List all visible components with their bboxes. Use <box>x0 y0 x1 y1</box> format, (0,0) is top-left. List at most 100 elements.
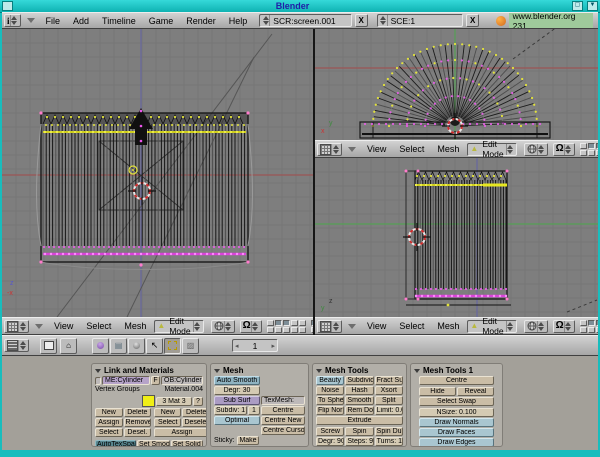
panel-header-mesh[interactable]: Mesh <box>214 366 305 375</box>
viewport-type-button[interactable] <box>317 320 342 333</box>
frame-next-icon[interactable]: ▸ <box>271 342 275 350</box>
panel-header-mesh-tools-1[interactable]: Mesh Tools 1 <box>414 366 499 375</box>
layer-cell[interactable] <box>299 320 306 326</box>
menu-game[interactable]: Game <box>144 16 179 26</box>
xsort-button[interactable]: Xsort <box>375 386 403 395</box>
viewport-side-canvas[interactable]: yz <box>315 158 598 317</box>
viewport-type-stepper[interactable] <box>331 321 339 332</box>
select-swap-button[interactable]: Select Swap <box>419 397 494 406</box>
layer-cell[interactable] <box>267 320 274 326</box>
menu-add[interactable]: Add <box>68 16 94 26</box>
auto-smooth-toggle[interactable]: Auto Smooth <box>214 376 260 385</box>
texmesh-field[interactable]: TexMesh: <box>261 396 305 405</box>
double-sided-toggle[interactable]: Double Side <box>285 446 305 447</box>
reveal-button[interactable]: Reveal <box>457 387 494 396</box>
screen-delete-button[interactable]: X <box>355 14 368 27</box>
window-menu-button[interactable] <box>2 1 13 11</box>
viewport-type-stepper[interactable] <box>18 321 26 332</box>
menu-mesh[interactable]: Mesh <box>432 321 464 331</box>
subdiv-field[interactable]: Subdiv: 1 <box>214 406 247 415</box>
scene-delete-button[interactable]: X <box>466 14 479 27</box>
layer-cell[interactable] <box>580 150 587 156</box>
draw-type-stepper[interactable] <box>537 144 545 155</box>
menu-timeline[interactable]: Timeline <box>97 16 141 26</box>
autotexspace-toggle[interactable]: AutoTexSpace <box>95 440 136 447</box>
menu-view[interactable]: View <box>362 321 391 331</box>
material-new-button[interactable]: New <box>154 408 181 417</box>
subdiv-render-field[interactable]: 1 <box>248 406 260 415</box>
home-button[interactable]: ⌂ <box>60 338 77 354</box>
viewport-type-button[interactable] <box>317 143 342 156</box>
subsurf-toggle[interactable]: Sub Surf <box>214 396 260 405</box>
layer-cell[interactable] <box>596 150 598 156</box>
menu-select[interactable]: Select <box>81 321 116 331</box>
draw-type-button[interactable] <box>524 143 548 156</box>
viewport-front[interactable]: z-x <box>2 29 313 317</box>
layer-cell[interactable] <box>588 150 595 156</box>
shading-context-button[interactable] <box>128 338 145 354</box>
mode-dropdown[interactable]: ▲ Edit Mode <box>154 320 203 333</box>
menu-help[interactable]: Help <box>224 16 253 26</box>
buttons-window-type-stepper[interactable] <box>18 340 26 351</box>
scene-stepper[interactable] <box>380 15 388 26</box>
optimal-toggle[interactable]: Optimal <box>214 416 260 425</box>
spin-button[interactable]: Spin <box>345 427 373 436</box>
menu-select[interactable]: Select <box>394 144 429 154</box>
vgroup-deselect-button[interactable]: Desel. <box>124 428 152 437</box>
layer-cell[interactable] <box>283 320 290 326</box>
material-deselect-button[interactable]: Deselect <box>182 418 207 427</box>
mesh-name-field[interactable]: ME:Cylinder <box>102 376 150 385</box>
panel-header-link-and-materials[interactable]: Link and Materials <box>95 366 203 375</box>
material-select-button[interactable]: Select <box>154 418 181 427</box>
subdivide-button[interactable]: Subdivide <box>345 376 373 385</box>
turns-field[interactable]: Turns: 1 <box>375 437 403 446</box>
maximize-button[interactable]: ▢ <box>572 1 583 11</box>
window-type-button[interactable]: i <box>4 14 21 27</box>
centre-new-button[interactable]: Centre New <box>261 416 305 425</box>
pivot-button[interactable]: Ω <box>240 320 262 333</box>
layer-cell[interactable] <box>596 327 598 333</box>
layer-buttons-group-2[interactable] <box>311 320 313 333</box>
menu-mesh[interactable]: Mesh <box>119 321 151 331</box>
menu-view[interactable]: View <box>49 321 78 331</box>
panel-header-mesh-tools[interactable]: Mesh Tools <box>316 366 403 375</box>
pivot-button[interactable]: Ω <box>553 320 575 333</box>
menu-select[interactable]: Select <box>394 321 429 331</box>
layer-cell[interactable] <box>299 327 306 333</box>
view-button[interactable] <box>40 338 57 354</box>
layer-cell[interactable] <box>580 320 587 326</box>
scene-context-button[interactable]: ▨ <box>182 338 199 354</box>
menu-view[interactable]: View <box>362 144 391 154</box>
layer-cell[interactable] <box>291 327 298 333</box>
object-name-field[interactable]: OB:Cylinder <box>161 376 203 385</box>
steps-field[interactable]: Steps: 9 <box>345 437 373 446</box>
layer-cell[interactable] <box>588 143 595 149</box>
draw-edges-toggle[interactable]: Draw Edges <box>419 438 494 447</box>
fake-user-button[interactable]: F <box>151 376 160 385</box>
layer-cell[interactable] <box>275 320 282 326</box>
extrude-button[interactable]: Extrude <box>316 416 403 425</box>
draw-type-button[interactable] <box>211 320 235 333</box>
limit-field[interactable]: Limit: 0.001 <box>375 406 403 415</box>
viewport-top-canvas[interactable]: xy <box>315 29 598 140</box>
editing-context-button[interactable] <box>164 338 181 354</box>
frame-prev-icon[interactable]: ◂ <box>235 342 239 350</box>
shade-button[interactable]: ▼ <box>587 1 598 11</box>
set-smooth-button[interactable]: Set Smooth <box>137 440 169 447</box>
draw-faces-toggle[interactable]: Draw Faces <box>419 428 494 437</box>
layer-cell[interactable] <box>311 320 313 326</box>
layer-buttons-group-1[interactable] <box>267 320 306 333</box>
layer-cell[interactable] <box>267 327 274 333</box>
screw-button[interactable]: Screw <box>316 427 344 436</box>
centre-button[interactable]: Centre <box>419 376 494 385</box>
collapse-icon[interactable] <box>348 147 356 152</box>
vgroup-assign-button[interactable]: Assign <box>95 418 123 427</box>
viewport-type-button[interactable] <box>4 320 29 333</box>
mode-stepper[interactable] <box>506 144 514 155</box>
degr90-field[interactable]: Degr: 90 <box>316 437 344 446</box>
draw-type-button[interactable] <box>524 320 548 333</box>
material-assign-button[interactable]: Assign <box>154 428 207 437</box>
vertcol-make-button[interactable]: Make <box>237 446 259 447</box>
draw-type-stepper[interactable] <box>537 321 545 332</box>
viewport-side[interactable]: yz <box>315 158 598 317</box>
